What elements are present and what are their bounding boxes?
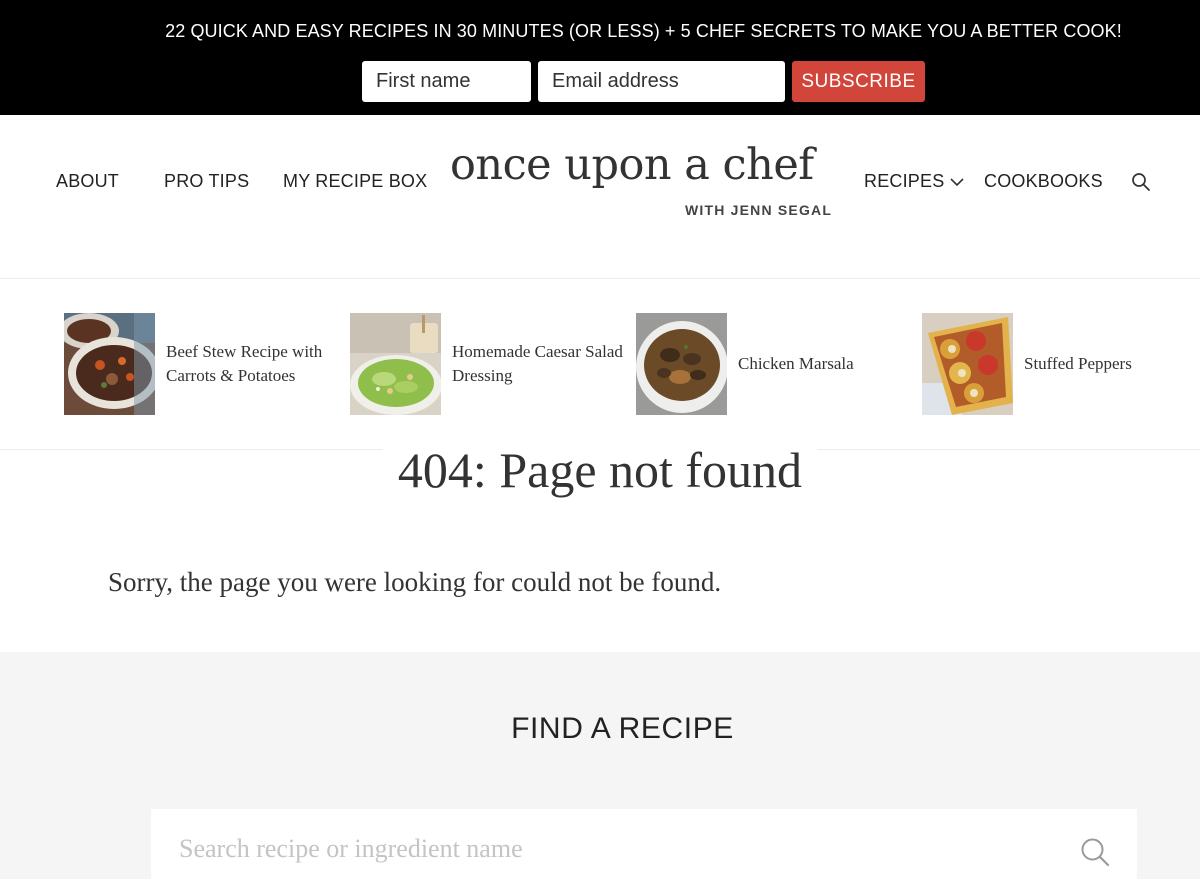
promo-text: 22 QUICK AND EASY RECIPES IN 30 MINUTES …: [165, 21, 1122, 41]
site-logo[interactable]: once upon a chef WITH JENN SEGAL: [450, 140, 840, 218]
nav-recipes[interactable]: RECIPES: [864, 171, 965, 192]
stuffed-peppers-image: [922, 313, 1013, 415]
recipe-search-input[interactable]: [151, 809, 1051, 889]
nav-about[interactable]: ABOUT: [56, 171, 119, 192]
search-icon[interactable]: [1080, 837, 1110, 867]
nav-pro-tips[interactable]: PRO TIPS: [164, 171, 249, 192]
first-name-input[interactable]: [362, 61, 531, 102]
search-icon[interactable]: [1131, 172, 1151, 192]
chevron-down-icon: [950, 178, 965, 187]
nav-recipes-label: RECIPES: [864, 171, 945, 191]
logo-title: once upon a chef: [450, 140, 814, 190]
caesar-salad-image: [350, 313, 441, 415]
logo-subtitle: WITH JENN SEGAL: [685, 202, 833, 218]
chicken-marsala-image: [636, 313, 727, 415]
page-title: 404: Page not found: [397, 442, 803, 498]
nav-my-recipe-box[interactable]: MY RECIPE BOX: [283, 171, 427, 192]
not-found-message: Sorry, the page you were looking for cou…: [108, 567, 722, 597]
promo-bar: 22 QUICK AND EASY RECIPES IN 30 MINUTES …: [0, 0, 1200, 115]
featured-recipe-title: Beef Stew Recipe with Carrots & Potatoes: [166, 342, 323, 385]
beef-stew-image: [64, 313, 155, 415]
nav-cookbooks[interactable]: COOKBOOKS: [984, 171, 1103, 192]
featured-recipe-title: Chicken Marsala: [738, 354, 854, 373]
find-recipe-title: FIND A RECIPE: [511, 712, 734, 745]
subscribe-button[interactable]: SUBSCRIBE: [792, 61, 925, 102]
email-input[interactable]: [538, 61, 785, 102]
header-divider: [0, 278, 1200, 279]
featured-recipe-title: Stuffed Peppers: [1024, 354, 1132, 373]
featured-recipe-title: Homemade Caesar Salad Dressing: [452, 342, 623, 385]
find-recipe-section: FIND A RECIPE: [0, 652, 1200, 889]
recipe-search-box: [151, 809, 1137, 889]
